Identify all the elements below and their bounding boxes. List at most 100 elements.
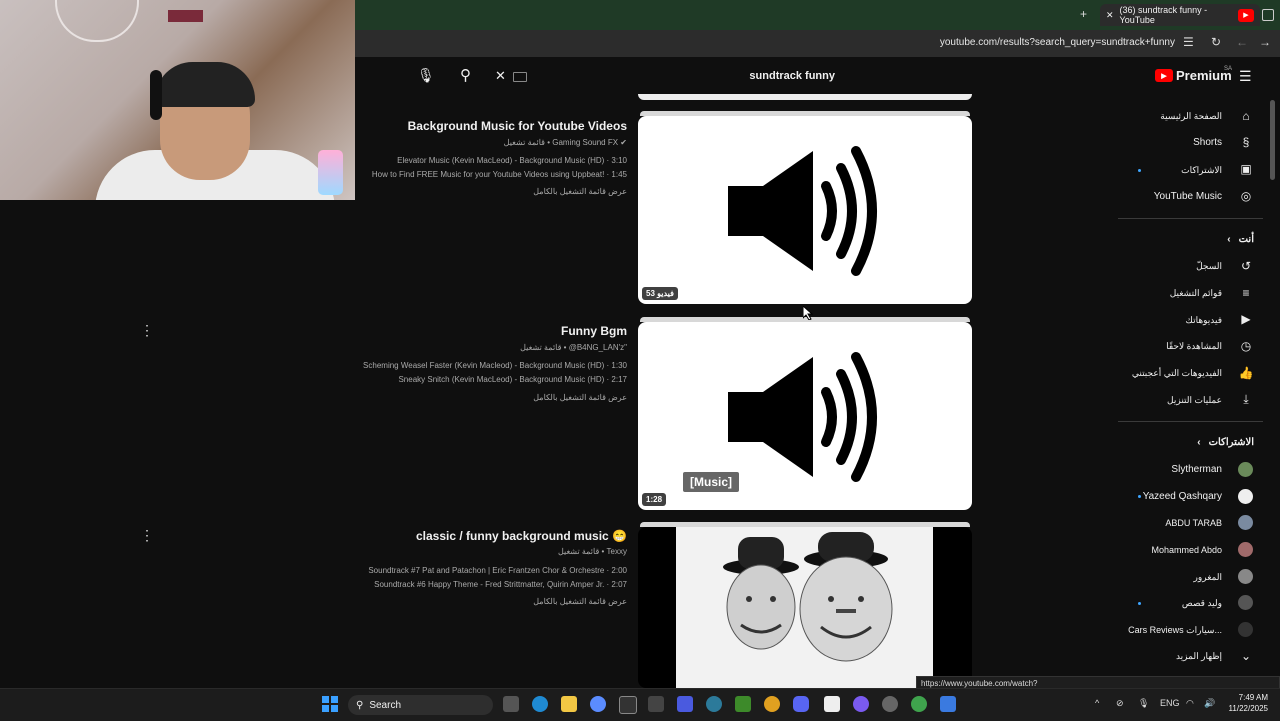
result-thumbnail[interactable] [638,527,972,688]
view-full-playlist-link[interactable]: عرض قائمة التشغيل بالكامل [533,187,627,196]
back-icon[interactable]: → [1259,35,1271,49]
result-thumbnail[interactable]: 53 فيديو [638,116,972,304]
sidebar-scrollbar[interactable] [1270,100,1275,180]
sidebar-item-history[interactable]: السجلّ [1196,261,1222,272]
discord-icon[interactable] [793,696,809,712]
channel-name[interactable]: @B4NG_LAN'z" [569,343,627,352]
watch-later-icon[interactable]: ◷ [1238,338,1254,354]
app-icon[interactable] [940,696,956,712]
result-title[interactable]: Funny Bgm [561,324,627,338]
your-videos-icon[interactable]: ▶ [1238,311,1254,327]
result-thumbnail[interactable]: [Music] 1:28 [638,322,972,510]
minecraft-icon[interactable] [735,696,751,712]
home-icon[interactable]: ⌂ [1238,108,1254,124]
microphone-icon[interactable]: 🎙 [1138,698,1149,709]
subscriptions-icon[interactable]: ▣ [1238,161,1254,177]
sidebar-item-liked-videos[interactable]: الفيديوهات التي أعجبتني [1132,368,1222,379]
subscription-channel[interactable]: Cars Reviews سيارات... [1128,625,1222,636]
sidebar-item-your-videos[interactable]: فيديوهاتك [1186,315,1222,326]
chrome-icon[interactable] [764,696,780,712]
sidebar-item-playlists[interactable]: قوائم التشغيل [1170,288,1222,299]
forward-icon[interactable]: ← [1236,35,1248,49]
channel-name[interactable]: Gaming Sound FX [552,138,618,147]
result-title[interactable]: classic / funny background music 😁 [416,529,627,543]
close-tab-icon[interactable]: ✕ [1106,10,1114,21]
playlist-video-line[interactable]: Sneaky Snitch (Kevin MacLeod) - Backgrou… [398,375,627,384]
edge-icon[interactable] [532,696,548,712]
reader-icon[interactable]: ☰ [1183,35,1194,49]
avatar[interactable] [1238,515,1253,530]
playlist-video-line[interactable]: Scheming Weasel Faster (Kevin Macleod) -… [363,361,627,370]
playlist-video-line[interactable]: Soundtrack #6 Happy Theme - Fred Strittm… [374,580,627,589]
avatar[interactable] [1238,542,1253,557]
store-icon[interactable] [619,696,637,714]
globe-icon[interactable] [706,696,722,712]
result-channel[interactable]: قائمة تشغيل • Texxy [558,547,627,556]
history-icon[interactable]: ↺ [1238,258,1254,274]
url-text[interactable]: youtube.com/results?search_query=sundtra… [940,37,1175,48]
playlist-video-line[interactable]: How to Find FREE Music for your Youtube … [372,170,627,179]
app-icon[interactable] [882,696,898,712]
taskbar-search[interactable]: ⚲ Search [348,695,493,715]
tab-list-icon[interactable] [1262,9,1274,21]
sidebar-item-home[interactable]: الصفحة الرئيسية [1160,111,1222,122]
subscription-channel[interactable]: Slytherman [1171,464,1222,475]
subscription-channel[interactable]: وليد قصص [1182,598,1222,609]
playlists-icon[interactable]: ≡ [1238,285,1254,301]
avatar[interactable] [1238,569,1253,584]
avatar[interactable] [1238,622,1253,637]
you-section-header[interactable]: ‹ أنت [1227,234,1254,245]
youtube-premium-logo[interactable]: ▶ Premium [1155,68,1232,83]
file-explorer-icon[interactable] [561,696,577,712]
youtube-music-icon[interactable]: ◎ [1238,188,1254,204]
sidebar-item-subscriptions[interactable]: الاشتراكات [1181,165,1222,176]
subscriptions-section-header[interactable]: ‹ الاشتراكات [1197,437,1254,448]
avatar[interactable] [1238,462,1253,477]
show-more-button[interactable]: إظهار المزيد [1176,651,1222,662]
playlist-video-line[interactable]: Soundtrack #7 Pat and Patachon | Eric Fr… [368,566,627,575]
result-channel[interactable]: قائمة تشغيل • @B4NG_LAN'z" [520,343,627,352]
app-icon[interactable] [824,696,840,712]
menu-icon[interactable]: ☰ [1239,68,1252,85]
volume-icon[interactable]: 🔊 [1204,698,1215,709]
view-full-playlist-link[interactable]: عرض قائمة التشغيل بالكامل [533,393,627,402]
subscription-channel[interactable]: Yazeed Qashqary [1143,491,1222,502]
network-icon[interactable]: ⊘ [1116,698,1124,709]
tray-expand-icon[interactable]: ^ [1095,698,1099,708]
clear-search-icon[interactable]: ✕ [495,68,506,84]
search-query-text[interactable]: sundtrack funny [749,70,835,82]
sidebar-item-downloads[interactable]: عمليات التنزيل [1167,395,1222,406]
chevron-down-icon[interactable]: ⌄ [1238,648,1254,664]
previous-thumbnail-edge[interactable] [638,94,972,100]
reload-icon[interactable]: ↻ [1211,35,1221,49]
system-clock[interactable]: 7:49 AM 11/22/2025 [1229,692,1268,714]
subscription-channel[interactable]: المغرور [1194,572,1222,583]
subscription-channel[interactable]: ABDU TARAB [1165,518,1222,528]
shorts-icon[interactable]: § [1238,134,1254,150]
result-channel[interactable]: قائمة تشغيل • Gaming Sound FX ✔ [504,138,627,147]
sidebar-item-shorts[interactable]: Shorts [1193,137,1222,148]
app-icon[interactable] [648,696,664,712]
download-icon[interactable]: ⤓ [1238,391,1254,407]
app-icon[interactable] [853,696,869,712]
subscription-channel[interactable]: Mohammed Abdo [1151,545,1222,555]
app-icon[interactable] [677,696,693,712]
task-view-icon[interactable] [503,696,519,712]
copilot-icon[interactable] [590,696,606,712]
more-options-icon[interactable]: ⋮ [140,527,154,544]
wifi-icon[interactable]: ◠ [1186,698,1194,709]
windows-start-icon[interactable] [322,696,338,712]
playlist-video-line[interactable]: Elevator Music (Kevin MacLeod) - Backgro… [397,156,627,165]
more-options-icon[interactable]: ⋮ [140,322,154,339]
mic-icon[interactable]: 🎙 [417,67,435,84]
chrome-icon[interactable] [911,696,927,712]
thumbs-up-icon[interactable]: 👍 [1238,365,1254,381]
language-indicator[interactable]: ENG [1160,698,1180,708]
view-full-playlist-link[interactable]: عرض قائمة التشغيل بالكامل [533,597,627,606]
avatar[interactable] [1238,595,1253,610]
sidebar-item-watch-later[interactable]: المشاهدة لاحقًا [1166,341,1222,352]
new-tab-icon[interactable]: + [1080,7,1087,21]
avatar[interactable] [1238,489,1253,504]
sidebar-item-youtube-music[interactable]: YouTube Music [1154,191,1222,202]
result-title[interactable]: Background Music for Youtube Videos [408,119,627,133]
